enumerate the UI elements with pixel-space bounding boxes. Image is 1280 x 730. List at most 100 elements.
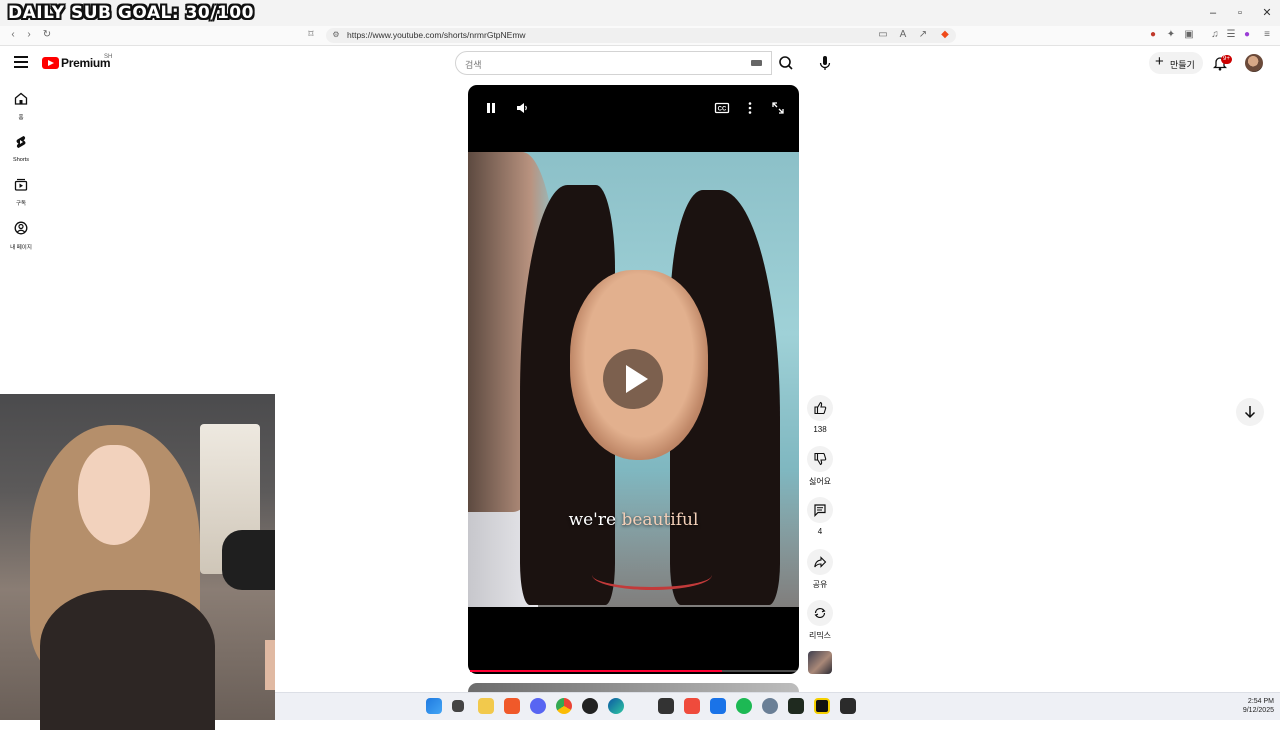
create-label: 만들기 [1170, 60, 1195, 70]
terminal-icon[interactable] [788, 698, 804, 714]
captions-icon[interactable]: CC [714, 100, 730, 116]
sidebar-item-label: Shorts [13, 157, 29, 163]
screenshot-icon[interactable]: ▣ [1182, 29, 1196, 40]
svg-text:CC: CC [718, 107, 727, 113]
share-page-icon[interactable]: ↗ [916, 29, 930, 40]
close-window-button[interactable]: ✕ [1254, 4, 1280, 22]
reload-icon[interactable]: ↻ [40, 29, 54, 40]
file-explorer-icon[interactable] [478, 698, 494, 714]
plus-icon: + [1155, 53, 1164, 70]
remix-icon [814, 607, 826, 619]
obs-icon[interactable] [582, 698, 598, 714]
site-settings-icon[interactable]: ⚙ [329, 30, 343, 39]
thumbs-down-icon [814, 452, 827, 466]
webcam-streamer [265, 640, 275, 690]
sidebar-item-label: 내 페이지 [10, 245, 32, 251]
country-code: SH [104, 54, 113, 60]
forward-icon[interactable]: › [22, 29, 36, 40]
microphone-icon [819, 56, 831, 70]
play-icon[interactable] [603, 349, 663, 409]
start-icon[interactable] [426, 698, 442, 714]
youtube-premium-logo[interactable]: Premium [61, 56, 111, 70]
pause-icon[interactable] [483, 100, 499, 116]
spotify-icon[interactable] [736, 698, 752, 714]
comment-count: 4 [817, 527, 823, 536]
back-icon[interactable]: ‹ [6, 29, 20, 40]
clock-date: 9/12/2025 [1242, 707, 1274, 714]
console-icon[interactable] [840, 698, 856, 714]
volume-icon[interactable] [514, 100, 530, 116]
minimize-button[interactable]: – [1200, 4, 1226, 22]
reading-list-icon[interactable]: ☰ [1224, 29, 1238, 40]
subtitle-highlight: beautiful [621, 510, 699, 530]
share-label: 공유 [812, 580, 828, 589]
app-icon[interactable] [710, 698, 726, 714]
like-button[interactable]: 138 [805, 395, 835, 434]
comments-button[interactable]: 4 [805, 497, 835, 536]
shorts-icon [16, 136, 26, 148]
system-clock[interactable]: 2:54 PM 9/12/2025 [1228, 697, 1274, 715]
discord-icon[interactable] [530, 698, 546, 714]
search-placeholder: 검색 [465, 60, 482, 70]
sidebar-item-label: 홈 [18, 115, 24, 121]
search-input[interactable] [455, 51, 772, 75]
next-video-button[interactable] [1236, 398, 1264, 426]
fullscreen-icon[interactable] [770, 100, 786, 116]
translate-icon[interactable]: A [896, 29, 910, 40]
cast-icon[interactable]: ▭ [876, 29, 890, 40]
sidebar-item-label: 구독 [15, 201, 27, 207]
brave-nightly-icon[interactable] [684, 698, 700, 714]
extensions-puzzle-icon[interactable]: ✦ [1164, 29, 1178, 40]
wallet-icon[interactable]: ● [1240, 29, 1254, 40]
video-content [592, 560, 712, 590]
channel-thumbnail[interactable] [808, 651, 832, 674]
more-options-icon[interactable] [742, 100, 758, 116]
hamburger-menu-icon[interactable] [14, 56, 28, 68]
progress-fill [470, 670, 722, 672]
brave-shield-icon[interactable]: ◆ [938, 29, 952, 40]
notification-badge: 9+ [1221, 55, 1232, 64]
capcut-icon[interactable] [658, 698, 674, 714]
url-text: https://www.youtube.com/shorts/nrmrGtpNE… [347, 30, 526, 40]
task-view-icon[interactable] [452, 700, 464, 712]
share-button[interactable]: 공유 [805, 549, 835, 590]
remix-label: 리믹스 [808, 631, 832, 640]
voice-search-button[interactable] [815, 53, 835, 73]
home-icon [14, 92, 28, 105]
search-button[interactable] [772, 51, 800, 75]
dislike-button[interactable]: 싫어요 [805, 446, 835, 487]
arrow-down-icon [1244, 406, 1256, 419]
app-icon[interactable] [762, 698, 778, 714]
extension-icon[interactable]: ● [1146, 29, 1160, 40]
sub-goal-overlay: DAILY SUB GOAL: 30/100 [8, 3, 254, 23]
chrome-icon[interactable] [556, 698, 572, 714]
subscriptions-icon [14, 178, 28, 191]
thumbs-up-icon [814, 401, 827, 415]
sidebar-item-you[interactable]: 내 페이지 [4, 221, 38, 251]
edge-icon[interactable] [608, 698, 624, 714]
clock-time: 2:54 PM [1247, 698, 1274, 705]
share-icon [814, 556, 827, 568]
bookmark-icon[interactable]: ⌑ [304, 29, 318, 40]
remix-button[interactable]: 리믹스 [805, 600, 835, 641]
subtitle-text: we're [568, 510, 617, 530]
media-icon[interactable]: ♫ [1208, 29, 1222, 40]
brave-browser-icon[interactable] [504, 698, 520, 714]
sidebar-item-shorts[interactable]: Shorts [4, 135, 38, 163]
sidebar-item-subscriptions[interactable]: 구독 [4, 178, 38, 207]
comment-icon [814, 504, 826, 517]
sidebar-item-home[interactable]: 홈 [4, 92, 38, 121]
you-icon [14, 221, 28, 235]
webcam-microphone [222, 530, 275, 590]
youtube-logo-icon[interactable] [42, 57, 59, 69]
dislike-label: 싫어요 [808, 477, 832, 486]
account-avatar[interactable] [1245, 54, 1263, 72]
app-icon[interactable] [814, 698, 830, 714]
like-count: 138 [813, 425, 827, 434]
search-icon [779, 56, 793, 70]
browser-menu-icon[interactable]: ≡ [1260, 29, 1274, 40]
video-subtitle: we're beautiful [468, 510, 799, 530]
keyboard-icon[interactable] [751, 60, 762, 66]
webcam-streamer [78, 445, 150, 545]
maximize-button[interactable]: ▫ [1227, 4, 1253, 22]
